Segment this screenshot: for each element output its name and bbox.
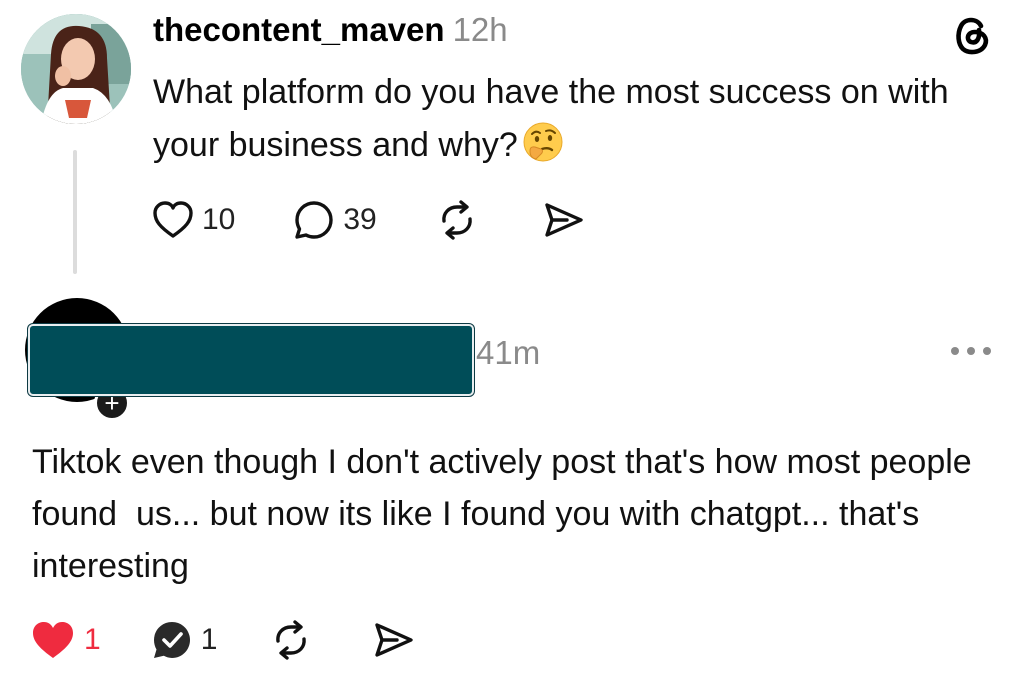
reply-like-count: 1 xyxy=(84,623,101,656)
thinking-face-icon xyxy=(522,121,564,163)
heart-icon xyxy=(33,622,73,658)
reply-reply-count: 1 xyxy=(200,623,218,656)
repost-button[interactable] xyxy=(437,200,477,240)
comment-icon xyxy=(295,201,334,239)
like-count: 10 xyxy=(202,203,236,236)
reply-actions: 1 1 xyxy=(30,618,415,662)
share-button[interactable] xyxy=(543,201,585,239)
heart-icon xyxy=(153,201,193,238)
reply-comment-button[interactable]: 1 xyxy=(151,618,218,662)
reply-repost-button[interactable] xyxy=(271,620,311,660)
more-icon[interactable] xyxy=(948,340,994,362)
reply-share-button[interactable] xyxy=(373,621,415,659)
reply-like-button[interactable]: 1 xyxy=(30,618,101,662)
post-header: thecontent_maven 12h xyxy=(153,10,508,50)
share-icon xyxy=(375,623,414,657)
thread-line xyxy=(73,150,77,274)
comment-button[interactable]: 39 xyxy=(293,198,377,242)
post-timestamp: 12h xyxy=(452,11,508,48)
reply-text: Tiktok even though I don't actively post… xyxy=(32,443,982,585)
post-text: What platform do you have the most succe… xyxy=(153,66,1013,172)
author-avatar[interactable] xyxy=(21,14,131,124)
threads-logo xyxy=(951,12,995,56)
repost-icon xyxy=(441,200,472,240)
reply-count: 39 xyxy=(343,203,377,236)
like-button[interactable]: 10 xyxy=(152,198,235,242)
repost-icon xyxy=(276,620,307,660)
comment-icon xyxy=(153,622,190,658)
share-icon xyxy=(545,203,583,237)
reply-timestamp: 41m xyxy=(476,334,541,371)
author-username[interactable]: thecontent_maven xyxy=(153,11,445,48)
redacted-username xyxy=(28,324,474,396)
post-actions: 10 39 xyxy=(152,198,585,242)
